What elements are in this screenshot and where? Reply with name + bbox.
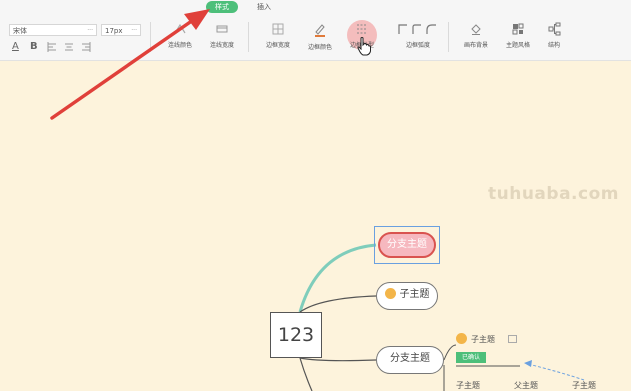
branch-topic-label: 分支主题 — [378, 232, 436, 258]
bottom-parent-topic[interactable]: 父主题 — [514, 380, 538, 391]
emoji-icon — [456, 333, 467, 344]
note-icon[interactable] — [508, 335, 517, 343]
branch-topic-node[interactable]: 分支主题 — [376, 346, 444, 374]
sub-topic-label: 子主题 — [399, 289, 430, 300]
confirmed-tag: 已确认 — [456, 352, 486, 363]
branch-topic-selected[interactable]: 分支主题 — [374, 226, 440, 264]
emoji-icon — [384, 287, 396, 299]
sub-topic-node[interactable]: 子主题 — [456, 333, 495, 345]
bottom-sub-topic[interactable]: 子主题 — [456, 380, 480, 391]
root-topic[interactable]: 123 — [270, 312, 322, 358]
bottom-sub-topic[interactable]: 子主题 — [572, 380, 596, 391]
sub-topic-label: 子主题 — [471, 335, 495, 344]
sub-topic-node[interactable]: 子主题 — [376, 282, 438, 310]
